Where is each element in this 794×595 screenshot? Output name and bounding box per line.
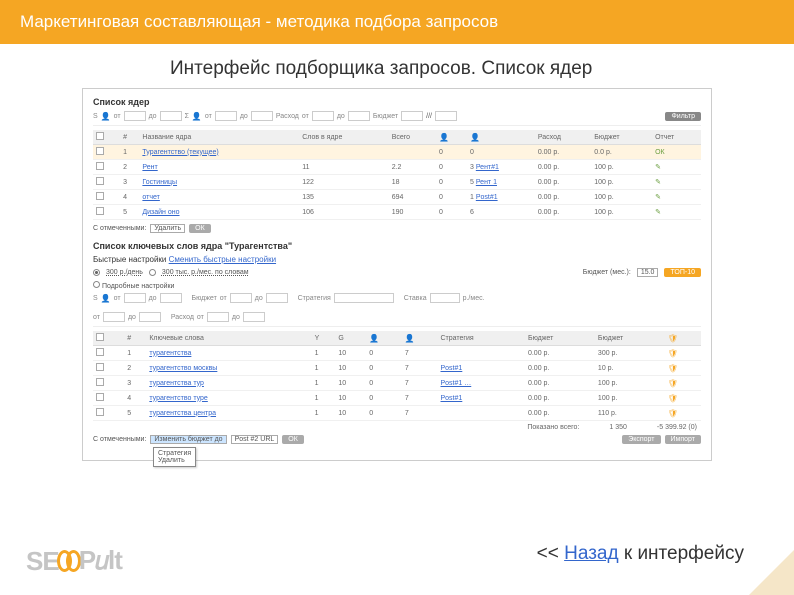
- keyword-link[interactable]: турагентства тур: [149, 380, 204, 387]
- keywords-url-dropdown[interactable]: Post #2 URL: [231, 435, 279, 444]
- export-button[interactable]: Экспорт: [622, 435, 660, 444]
- top-button[interactable]: ТОП-10: [664, 268, 701, 277]
- person-icon: 👤: [405, 334, 415, 343]
- quick-settings: Быстрые настройки Сменить быстрые настро…: [93, 255, 701, 264]
- table-row: 3 Гостиницы 1221805 Рент 1 0.00 р.100 р.…: [93, 175, 701, 190]
- header-text: Маркетинговая составляющая - методика по…: [20, 12, 498, 31]
- filter-input[interactable]: [251, 111, 273, 121]
- keywords-title: Список ключевых слов ядра "Турагентства": [93, 241, 701, 251]
- filter-input[interactable]: [435, 111, 457, 121]
- row-checkbox[interactable]: [96, 162, 104, 170]
- shield-icon[interactable]: 🛡: [668, 349, 678, 358]
- table-row: 2 турагентство москвы 11007 Post#1 0.00 …: [93, 361, 701, 376]
- table-row: 2 Рент 112.203 Рент#1 0.00 р.100 р.✎: [93, 160, 701, 175]
- dropdown-popup[interactable]: Стратегия Удалить: [153, 447, 196, 467]
- totals-row: Показано всего: 1 350 -5 399.92 (0): [93, 424, 701, 431]
- shield-icon[interactable]: 🛡: [668, 364, 678, 373]
- table-row: 3 турагентства тур 11007 Post#1 … 0.00 р…: [93, 376, 701, 391]
- shield-icon: 🛡: [668, 334, 678, 343]
- table-row: 5 Дизайн оно 10619006 0.00 р.100 р.✎: [93, 205, 701, 220]
- table-row: 4 турагентство туре 11007 Post#1 0.00 р.…: [93, 391, 701, 406]
- core-name-link[interactable]: Гостиницы: [142, 179, 177, 186]
- radio-option[interactable]: [149, 269, 156, 276]
- row-checkbox[interactable]: [96, 378, 104, 386]
- corner-fold: [749, 550, 794, 595]
- table-row: 5 турагентства центра 11007 0.00 р.110 р…: [93, 406, 701, 421]
- budget-input[interactable]: 15.0: [637, 268, 659, 277]
- keyword-link[interactable]: турагентства: [149, 350, 191, 357]
- cores-title: Список ядер: [93, 97, 701, 107]
- subheader-text: Интерфейс подборщика запросов. Список яд…: [170, 58, 592, 79]
- radio-detailed[interactable]: [93, 281, 100, 288]
- filter-input[interactable]: [215, 111, 237, 121]
- row-checkbox[interactable]: [96, 177, 104, 185]
- shield-icon[interactable]: 🛡: [668, 394, 678, 403]
- person-icon: 👤: [470, 133, 480, 142]
- filter-input[interactable]: [160, 293, 182, 303]
- core-name-link[interactable]: Турагентство (текущее): [142, 149, 218, 156]
- filter-input[interactable]: [160, 111, 182, 121]
- back-link[interactable]: << Назад к интерфейсу: [537, 543, 744, 565]
- shield-icon[interactable]: 🛡: [668, 409, 678, 418]
- shield-icon[interactable]: 🛡: [668, 379, 678, 388]
- keyword-link[interactable]: турагентство туре: [149, 395, 207, 402]
- quick-link[interactable]: Сменить быстрые настройки: [169, 255, 276, 264]
- person-icon: 👤: [369, 334, 379, 343]
- filter-input[interactable]: [348, 111, 370, 121]
- seopult-logo: SEP𝑢lt: [26, 545, 122, 577]
- select-all-checkbox[interactable]: [96, 333, 104, 341]
- row-checkbox[interactable]: [96, 192, 104, 200]
- cores-filter-row: S👤 от до Σ👤 от до Расход от до Бюджет //…: [93, 111, 701, 126]
- app-screenshot: Список ядер S👤 от до Σ👤 от до Расход от …: [82, 88, 712, 461]
- person-icon: 👤: [192, 112, 202, 121]
- core-name-link[interactable]: Дизайн оно: [142, 209, 179, 216]
- cores-table: # Название ядра Слов в ядре Всего 👤 👤 Ра…: [93, 130, 701, 220]
- keyword-link[interactable]: турагентства центра: [149, 410, 216, 417]
- filter-input[interactable]: [139, 312, 161, 322]
- filter-input[interactable]: [312, 111, 334, 121]
- slide-header: Маркетинговая составляющая - методика по…: [0, 0, 794, 44]
- radio-option[interactable]: [93, 269, 100, 276]
- core-name-link[interactable]: Рент: [142, 164, 157, 171]
- row-checkbox[interactable]: [96, 147, 104, 155]
- import-button[interactable]: Импорт: [665, 435, 701, 444]
- row-checkbox[interactable]: [96, 393, 104, 401]
- filter-input[interactable]: [430, 293, 460, 303]
- table-row: 1 Турагентство (текущее) 00 0.00 р.0.0 р…: [93, 145, 701, 160]
- keywords-ok-button[interactable]: ОК: [282, 435, 304, 444]
- cores-action-dropdown[interactable]: Удалить: [150, 224, 185, 233]
- strategy-select[interactable]: [334, 293, 394, 303]
- keywords-table: # Ключевые слова Y G 👤 👤 Стратегия Бюдже…: [93, 331, 701, 421]
- slide-subheader: Интерфейс подборщика запросов. Список яд…: [0, 44, 794, 88]
- keywords-action-dropdown[interactable]: Изменить бюджет до: [150, 435, 226, 444]
- filter-input[interactable]: [401, 111, 423, 121]
- keyword-link[interactable]: турагентство москвы: [149, 365, 217, 372]
- filter-button[interactable]: Фильтр: [665, 112, 701, 121]
- row-checkbox[interactable]: [96, 408, 104, 416]
- keywords-actions: С отмеченными: Изменить бюджет до Post #…: [93, 435, 701, 444]
- table-row: 1 турагентства 11007 0.00 р.300 р. 🛡: [93, 346, 701, 361]
- core-name-link[interactable]: отчет: [142, 194, 159, 201]
- filter-input[interactable]: [124, 111, 146, 121]
- row-checkbox[interactable]: [96, 348, 104, 356]
- person-icon: 👤: [101, 112, 111, 121]
- select-all-checkbox[interactable]: [96, 132, 104, 140]
- filter-input[interactable]: [124, 293, 146, 303]
- cores-ok-button[interactable]: ОК: [189, 224, 211, 233]
- person-icon: 👤: [101, 294, 111, 303]
- filter-input[interactable]: [230, 293, 252, 303]
- cores-actions: С отмеченными: Удалить ОК: [93, 224, 701, 233]
- table-row: 4 отчет 13569401 Post#1 0.00 р.100 р.✎: [93, 190, 701, 205]
- filter-input[interactable]: [103, 312, 125, 322]
- keywords-filter: S👤 от до Бюджет от до Стратегия Ставкар.…: [93, 293, 701, 327]
- filter-input[interactable]: [266, 293, 288, 303]
- filter-input[interactable]: [243, 312, 265, 322]
- person-icon: 👤: [439, 133, 449, 142]
- row-checkbox[interactable]: [96, 363, 104, 371]
- filter-input[interactable]: [207, 312, 229, 322]
- row-checkbox[interactable]: [96, 207, 104, 215]
